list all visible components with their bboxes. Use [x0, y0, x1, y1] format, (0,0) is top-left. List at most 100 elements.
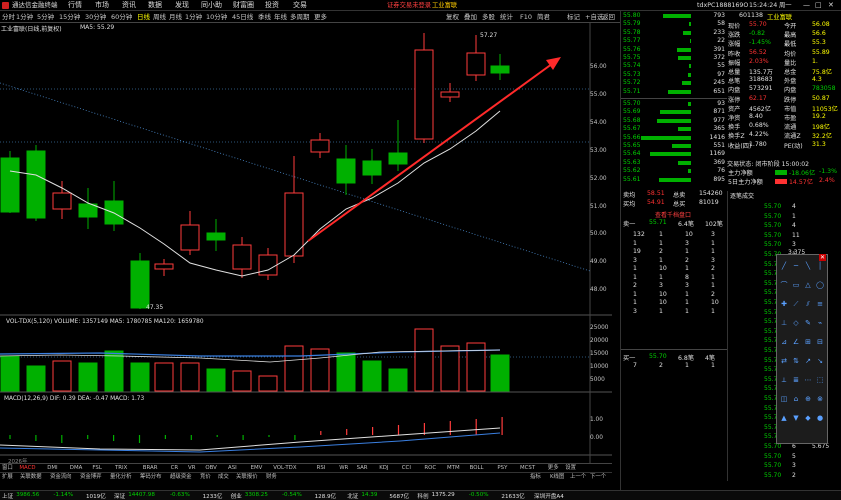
period-fenshi[interactable]: 分时 [2, 12, 15, 22]
tool-fuquan[interactable]: 复权 [446, 12, 459, 22]
status-item[interactable]: 深证 [114, 492, 125, 500]
indicator-tab[interactable]: SAR [357, 464, 368, 472]
status-item[interactable]: 科创 [417, 492, 428, 500]
drawing-tool-icon[interactable]: ↘ [815, 356, 825, 366]
expand-tab[interactable]: 下一个 [590, 473, 606, 481]
expand-tab[interactable]: 筹码分布 [140, 473, 162, 481]
period-daily[interactable]: 日线 [137, 12, 150, 22]
drawing-tool-icon[interactable]: ≣ [791, 375, 801, 385]
period-60min[interactable]: 60分钟 [111, 12, 132, 22]
expand-tab[interactable]: 上一个 [570, 473, 586, 481]
ask-price[interactable]: 55.79 [623, 20, 640, 27]
indicator-tab[interactable]: DMA [70, 464, 83, 472]
bid-price[interactable]: 55.64 [623, 150, 640, 157]
period-quarter[interactable]: 季线 [258, 12, 271, 22]
expand-tab[interactable]: 竞价 [200, 473, 211, 481]
bid-price[interactable]: 55.70 [623, 100, 640, 107]
close-icon[interactable]: ✕ [819, 254, 826, 261]
status-item[interactable]: 1233亿 [203, 492, 223, 500]
status-item[interactable]: 21633亿 [501, 492, 524, 500]
drawing-tool-icon[interactable]: ⊗ [815, 394, 825, 404]
period-year[interactable]: 年线 [274, 12, 287, 22]
maximize-icon[interactable]: □ [815, 1, 822, 10]
drawing-tool-icon[interactable]: ╲ [803, 261, 813, 271]
ask-price[interactable]: 55.73 [623, 71, 640, 78]
drawing-tool-icon[interactable]: ⊕ [803, 394, 813, 404]
tool-add-watchlist[interactable]: +自选 [585, 12, 603, 22]
drawing-tool-icon[interactable]: ⇅ [791, 356, 801, 366]
menu-wealth[interactable]: 财富圈 [233, 1, 254, 10]
period-5min[interactable]: 5分钟 [37, 12, 54, 22]
menu-invest[interactable]: 投资 [265, 1, 279, 10]
status-item[interactable]: -0.54% [282, 492, 302, 498]
drawing-tool-icon[interactable]: ◯ [815, 280, 825, 290]
expand-tab[interactable]: 资金博弈 [80, 473, 102, 481]
tool-mark[interactable]: 标记 [567, 12, 580, 22]
indicator-tab[interactable]: VOL-TDX [273, 464, 296, 472]
drawing-tool-icon[interactable]: ⌒ [779, 280, 789, 290]
expand-tab[interactable]: 财务 [266, 473, 277, 481]
indicator-tab[interactable]: 更多 [548, 464, 559, 472]
period-multi[interactable]: 多周期 [290, 12, 310, 22]
bid-price[interactable]: 55.65 [623, 142, 640, 149]
indicator-tab[interactable]: 窗口 [2, 464, 13, 472]
indicator-tab[interactable]: ROC [424, 464, 436, 472]
drawing-tool-icon[interactable]: ● [815, 413, 825, 423]
expand-tab[interactable]: 指标 [530, 473, 541, 481]
drawing-tool-icon[interactable]: △ [803, 280, 813, 290]
period-1min[interactable]: 1分钟 [16, 12, 33, 22]
menu-assistant[interactable]: 同小助 [201, 1, 222, 10]
indicator-tab[interactable]: 设置 [565, 464, 576, 472]
drawing-tool-icon[interactable]: ▲ [779, 413, 789, 423]
menu-discover[interactable]: 发现 [175, 1, 189, 10]
period-more[interactable]: 更多 [314, 12, 327, 22]
drawing-tool-icon[interactable]: │ [815, 261, 825, 271]
bid-price[interactable]: 55.67 [623, 125, 640, 132]
period-10min[interactable]: 10分钟 [206, 12, 227, 22]
drawing-tool-icon[interactable]: ⟋ [791, 299, 801, 309]
drawing-tool-icon[interactable]: ╱ [779, 261, 789, 271]
tool-simple[interactable]: 简君 [537, 12, 550, 22]
drawing-tool-icon[interactable]: ↗ [803, 356, 813, 366]
drawing-tool-icon[interactable]: ◆ [803, 413, 813, 423]
indicator-tab[interactable]: OBV [205, 464, 216, 472]
status-item[interactable]: 创业 [231, 492, 242, 500]
indicator-tab[interactable]: VR [188, 464, 195, 472]
ask-price[interactable]: 55.74 [623, 62, 640, 69]
indicator-tab[interactable]: CCI [402, 464, 411, 472]
current-tool[interactable]: 工业富联 [432, 1, 457, 10]
indicator-tab[interactable]: PSY [497, 464, 507, 472]
period-30min[interactable]: 30分钟 [85, 12, 106, 22]
see-depth-link[interactable]: 查看千档盘口 [655, 210, 691, 219]
status-item[interactable]: 3308.25 [245, 492, 268, 498]
bid-price[interactable]: 55.66 [623, 134, 640, 141]
close-icon[interactable]: ✕ [828, 1, 834, 10]
menu-trade[interactable]: 交易 [293, 1, 307, 10]
indicator-tab[interactable]: MACD [19, 464, 35, 472]
drawing-tool-icon[interactable]: ∠ [791, 337, 801, 347]
drawing-tool-icon[interactable]: ⌁ [815, 318, 825, 328]
drawing-tool-icon[interactable]: ⊟ [815, 337, 825, 347]
drawing-tool-icon[interactable]: ⫽ [803, 299, 813, 309]
drawing-tool-icon[interactable]: ⋯ [803, 375, 813, 385]
tool-back[interactable]: 返回 [602, 12, 615, 22]
drawing-tool-icon[interactable]: ▼ [791, 413, 801, 423]
indicator-tab[interactable]: DMI [47, 464, 57, 472]
ask-price[interactable]: 55.72 [623, 79, 640, 86]
kline-chart-area[interactable]: 工业富联(日线,前复权) MA5: 55.29 56.00 55.00 54.0… [0, 23, 612, 465]
period-monthly[interactable]: 月线 [169, 12, 182, 22]
drawing-tool-icon[interactable]: ◫ [779, 394, 789, 404]
status-item[interactable]: 3986.56 [16, 492, 39, 498]
ask-price[interactable]: 55.77 [623, 37, 640, 44]
status-item[interactable]: -0.50% [469, 492, 489, 498]
drawing-tool-icon[interactable]: ⌂ [791, 394, 801, 404]
bid-price[interactable]: 55.63 [623, 159, 640, 166]
tool-f10[interactable]: F10 [520, 12, 532, 22]
indicator-tab[interactable]: MTM [447, 464, 460, 472]
status-item[interactable]: 1019亿 [86, 492, 106, 500]
bid-price[interactable]: 55.69 [623, 108, 640, 115]
bid-price[interactable]: 55.68 [623, 117, 640, 124]
indicator-tab[interactable]: ASI [228, 464, 237, 472]
indicator-tab[interactable]: RSI [317, 464, 326, 472]
indicator-tab[interactable]: WR [339, 464, 348, 472]
